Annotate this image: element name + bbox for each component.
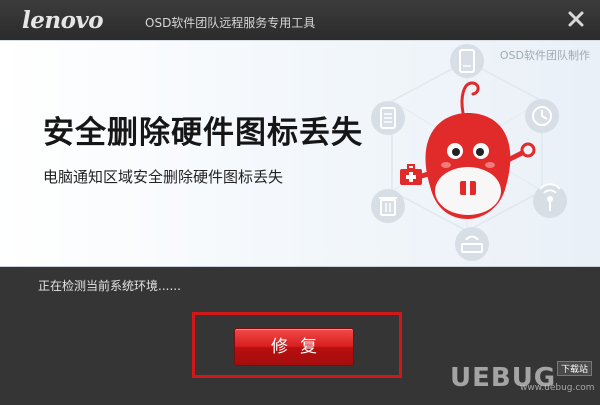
watermark-badge: 下载站 bbox=[556, 361, 592, 376]
page-title: 安全删除硬件图标丢失 bbox=[43, 115, 363, 151]
uebug-watermark: UEBUG www.uebug.com 下载站 bbox=[442, 361, 595, 399]
clock-icon bbox=[525, 99, 559, 133]
close-icon[interactable] bbox=[566, 9, 586, 29]
hexagon-illustration bbox=[371, 44, 567, 261]
wireless-icon bbox=[533, 183, 567, 218]
app-window: lenovo OSD软件团队远程服务专用工具 OSD软件团队制作 安全删除硬件图… bbox=[0, 0, 600, 405]
title-bar[interactable]: lenovo OSD软件团队远程服务专用工具 bbox=[0, 0, 600, 40]
repair-button[interactable]: 修复 bbox=[234, 328, 354, 366]
lenovo-logo: lenovo bbox=[22, 7, 104, 34]
phone-icon bbox=[450, 44, 484, 78]
status-text: 正在检测当前系统环境...... bbox=[38, 279, 181, 293]
window-title: OSD软件团队远程服务专用工具 bbox=[145, 16, 316, 30]
page-subtitle: 电脑通知区域安全删除硬件图标丢失 bbox=[43, 168, 284, 186]
router-icon bbox=[455, 227, 489, 261]
document-icon bbox=[371, 101, 405, 135]
watermark-url: www.uebug.com bbox=[520, 383, 595, 393]
trash-icon bbox=[371, 189, 405, 223]
hero-banner: OSD软件团队制作 安全删除硬件图标丢失 电脑通知区域安全删除硬件图标丢失 bbox=[0, 40, 600, 267]
